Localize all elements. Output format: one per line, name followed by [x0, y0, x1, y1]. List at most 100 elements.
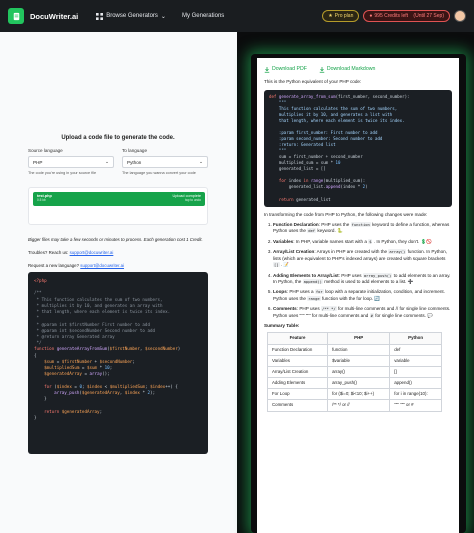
target-language-group: To language Python ⌄ The language you wan…: [122, 148, 208, 175]
table-cell: for ($i=0; $i<10; $i++): [327, 388, 391, 401]
download-icon: [319, 66, 325, 73]
generated-document: Download PDF Download Markdown This is t…: [257, 58, 459, 533]
table-cell: /** */ or //: [327, 399, 391, 412]
change-text: keyword. 🐍: [317, 228, 343, 234]
avatar[interactable]: [454, 10, 466, 22]
star-icon: ★: [328, 13, 333, 19]
request-email-link[interactable]: support@docuwriter.ai: [80, 263, 124, 268]
table-cell: def: [389, 343, 442, 356]
table-cell: Variables: [266, 354, 329, 367]
inline-code: array(): [388, 249, 407, 255]
inline-code: for: [314, 289, 324, 295]
summary-title: Summary Table:: [264, 323, 300, 329]
change-title: Array/List Creation: [273, 249, 315, 255]
input-panel: Upload a code file to generate the code.…: [0, 32, 237, 533]
upload-title: Upload a code file to generate the code.: [61, 135, 175, 141]
browse-generators-menu[interactable]: Browse Generators ⌄: [96, 12, 166, 20]
change-item: Function Declaration: PHP uses the funct…: [273, 221, 452, 235]
change-text: . 📝: [280, 262, 290, 268]
python-code-block[interactable]: def generate_array_from_sum(first_number…: [264, 89, 452, 207]
change-text: for single line comments. 💬: [375, 312, 433, 318]
source-language-label: Source language: [28, 148, 63, 153]
logo-icon[interactable]: [8, 8, 24, 24]
inline-code: function: [350, 221, 371, 227]
changes-list: Function Declaration: PHP uses the funct…: [273, 221, 452, 319]
table-cell: append(): [389, 377, 442, 390]
download-pdf-button[interactable]: Download PDF: [264, 66, 307, 73]
processing-note: Bigger files may take a few seconds or m…: [28, 237, 203, 242]
table-cell: For Loop: [266, 388, 329, 401]
download-icon: [264, 66, 270, 73]
uploaded-file-item[interactable]: test.php 0.5 kb Upload complete tap to u…: [33, 192, 205, 206]
change-text: PHP uses the: [321, 221, 350, 227]
change-text: 💲🚫: [420, 238, 433, 244]
inline-code: range: [307, 295, 321, 301]
chevron-down-icon: ⌄: [199, 159, 203, 164]
table-row: Variables $variable variable: [266, 354, 442, 367]
change-title: Function Declaration: [273, 221, 319, 227]
table-header: Python: [389, 332, 442, 345]
target-language-select[interactable]: Python ⌄: [122, 156, 208, 168]
change-item: Variables: In PHP, variable names start …: [273, 238, 452, 245]
change-text: . In Python, they don't.: [373, 238, 420, 244]
table-row: Adding Elements array_push() append(): [266, 377, 442, 390]
download-markdown-button[interactable]: Download Markdown: [319, 66, 375, 73]
table-row: Comments/** */ or //""" """ or #: [266, 399, 442, 412]
support-note: Troubles? Reach us: support@docuwriter.a…: [28, 250, 114, 255]
inline-code: []: [273, 262, 280, 268]
table-cell: Comments: [266, 399, 329, 412]
grid-icon: [96, 12, 104, 20]
table-cell: variable: [389, 354, 442, 367]
table-cell: $variable: [327, 354, 391, 367]
output-panel: Download PDF Download Markdown This is t…: [237, 32, 474, 533]
chevron-down-icon: ⌄: [160, 13, 166, 20]
change-text: PHP uses: [341, 272, 362, 278]
table-row: Array/List Creation array()[]: [266, 365, 442, 379]
change-text: PHP uses a: [289, 289, 314, 295]
file-dropzone[interactable]: test.php 0.5 kb Upload complete tap to u…: [28, 187, 208, 225]
change-title: Comments: [273, 306, 297, 312]
source-language-select[interactable]: PHP ⌄: [28, 156, 114, 168]
table-cell: array_push(): [327, 377, 391, 390]
inline-code: array_push(): [362, 272, 393, 278]
change-item: Adding Elements to Array/List: PHP uses …: [273, 272, 452, 286]
target-language-label: To language: [122, 148, 148, 153]
change-item: Loops: PHP uses a for loop with a separa…: [273, 289, 452, 302]
chevron-down-icon: ⌄: [105, 159, 109, 164]
source-language-group: Source language PHP ⌄ The code you're usi…: [28, 148, 114, 175]
transform-intro: In transforming the code from PHP to Pyt…: [264, 211, 428, 217]
source-code-viewer[interactable]: <?php /** * This function calculates the…: [28, 272, 208, 454]
inline-code: append(): [302, 278, 323, 284]
table-cell: """ """ or #: [389, 399, 442, 412]
table-cell: []: [389, 365, 442, 379]
support-email-link[interactable]: support@docuwriter.ai: [70, 250, 114, 255]
change-text: method is used to add elements to a list…: [324, 278, 414, 284]
request-language-note: Request a new language? support@docuwrit…: [28, 263, 125, 268]
top-nav: DocuWriter.ai Browse Generators ⌄ My Gen…: [0, 0, 474, 32]
summary-table: Feature PHP Python Function Declaration fun…: [266, 332, 442, 412]
credits-badge[interactable]: ● 995 Credits left (Until 27 Sep): [363, 10, 450, 22]
change-title: Loops: [273, 289, 287, 295]
table-row: Function Declaration function def: [266, 343, 442, 356]
table-header: Feature: [266, 332, 329, 345]
inline-code: $: [368, 238, 373, 244]
brand-name[interactable]: DocuWriter.ai: [30, 12, 78, 21]
change-text: function with the for loop. 🔄: [321, 295, 381, 301]
table-header: PHP: [327, 332, 391, 345]
change-item: Comments: PHP uses /** */ for multi-line…: [273, 306, 452, 319]
plan-badge[interactable]: ★ Pro plan: [322, 10, 360, 22]
table-cell: function: [327, 343, 391, 356]
table-cell: for i in range(10):: [389, 388, 442, 401]
inline-code: #: [369, 312, 374, 318]
table-row: For Loop for ($i=0; $i<10; $i++) for i in …: [266, 388, 442, 401]
my-generations-link[interactable]: My Generations: [182, 13, 224, 19]
table-cell: Function Declaration: [266, 343, 329, 356]
inline-code: /** */: [320, 306, 337, 312]
change-text: In PHP, variable names start with a: [295, 238, 367, 244]
target-language-hint: The language you wanna convert your code: [122, 171, 196, 175]
undo-hint[interactable]: tap to undo: [173, 198, 201, 202]
table-cell: Array/List Creation: [266, 365, 329, 379]
table-cell: array(): [327, 365, 391, 379]
change-title: Adding Elements to Array/List: [273, 272, 339, 278]
change-title: Variables: [273, 238, 294, 244]
